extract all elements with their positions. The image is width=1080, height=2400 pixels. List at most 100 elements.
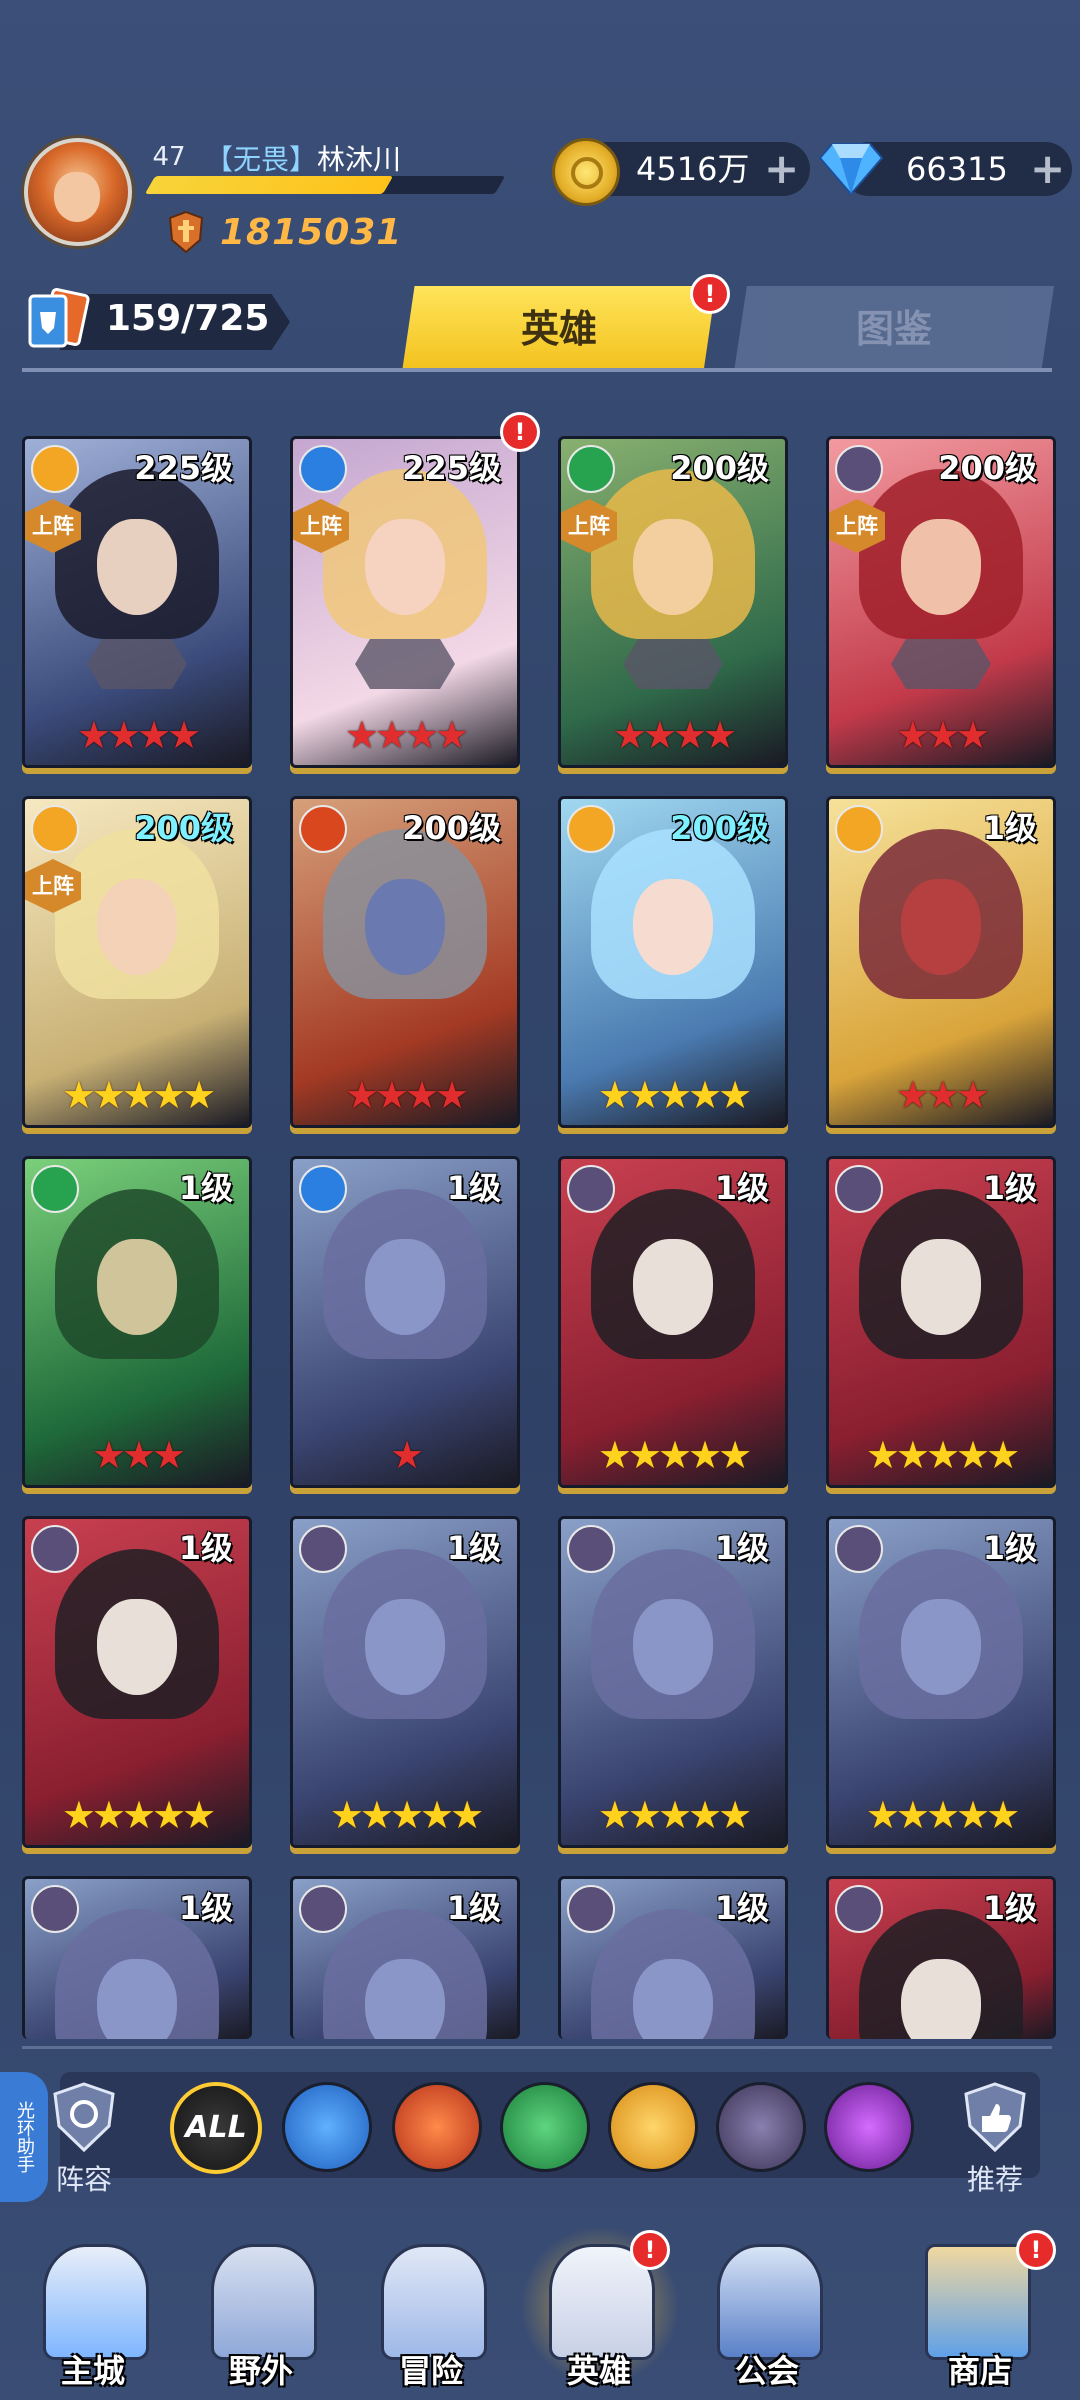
add-gold-button[interactable]: +: [764, 148, 799, 190]
hero-card[interactable]: 225级 上阵 ★★★★: [22, 436, 252, 768]
filter-fire-icon[interactable]: [392, 2082, 482, 2172]
hero-face: [633, 519, 713, 615]
dark-element-icon: [835, 445, 883, 493]
hero-star-rating: ★★★: [91, 1433, 186, 1477]
filter-light-icon[interactable]: [608, 2082, 698, 2172]
hero-level: 1级: [982, 1529, 1037, 1567]
nav-heroes[interactable]: 英雄!: [524, 2230, 674, 2400]
hero-emblem-plate: [891, 639, 991, 689]
hero-card[interactable]: 1级 ★★★★★: [558, 1516, 788, 1848]
shop-icon: [925, 2244, 1031, 2360]
nav-label: 野外: [228, 2352, 293, 2390]
gem-amount: 66315: [906, 150, 1008, 188]
hero-card[interactable]: 1级 ★★★★★: [22, 1516, 252, 1848]
add-gem-button[interactable]: +: [1030, 148, 1065, 190]
card-deck-icon: [28, 288, 90, 348]
nav-main-city[interactable]: 主城: [18, 2230, 168, 2400]
hero-face: [97, 1599, 177, 1695]
hero-face: [901, 879, 981, 975]
dark-element-icon: [299, 1525, 347, 1573]
nav-shop[interactable]: 商店!: [900, 2230, 1060, 2400]
filter-wind-icon[interactable]: [500, 2082, 590, 2172]
hero-star-rating: ★: [389, 1433, 424, 1477]
hero-card[interactable]: 1级 ★★★★★: [558, 1156, 788, 1488]
hero-face: [633, 879, 713, 975]
hero-star-rating: ★★★★★: [597, 1433, 752, 1477]
hero-star-rating: ★★★: [895, 1073, 990, 1117]
filter-chaos-icon[interactable]: [824, 2082, 914, 2172]
filter-all-button[interactable]: ALL: [170, 2082, 262, 2174]
hero-card[interactable]: 225级 上阵 ★★★★: [290, 436, 520, 768]
avatar-face: [54, 172, 100, 222]
filter-water-icon[interactable]: [282, 2082, 372, 2172]
hero-face: [901, 1239, 981, 1335]
dark-element-icon: [567, 1885, 615, 1933]
hero-card[interactable]: 200级 ★★★★★: [558, 796, 788, 1128]
hero-card[interactable]: 1级 ★★★★★: [826, 1516, 1056, 1848]
nav-alert-badge: !: [630, 2230, 670, 2270]
hero-face: [97, 1239, 177, 1335]
nav-wilderness[interactable]: 野外: [186, 2230, 336, 2400]
player-name[interactable]: 【无畏】林沐川: [205, 138, 401, 178]
hero-level: 1级: [178, 1889, 233, 1927]
nav-label: 主城: [60, 2352, 125, 2390]
hero-card[interactable]: 1级 ★★★: [22, 1156, 252, 1488]
recommend-button[interactable]: 推荐: [950, 2080, 1040, 2198]
hero-card[interactable]: 1级: [290, 1876, 520, 2039]
hero-card[interactable]: 200级 上阵 ★★★★: [558, 436, 788, 768]
hero-card[interactable]: 200级 上阵 ★★★★★: [22, 796, 252, 1128]
gold-coin-icon: [552, 138, 620, 206]
nav-adventure[interactable]: 冒险: [356, 2230, 506, 2400]
player-name-text: 林沐川: [317, 143, 402, 176]
dark-element-icon: [835, 1525, 883, 1573]
hero-star-rating: ★★★★★: [61, 1793, 216, 1837]
hero-level: 1级: [982, 1889, 1037, 1927]
hero-card[interactable]: 1级 ★: [290, 1156, 520, 1488]
light-element-icon: [31, 805, 79, 853]
hero-level: 200级: [670, 809, 769, 847]
combat-power: 1815031: [220, 212, 403, 253]
filter-dark-icon[interactable]: [716, 2082, 806, 2172]
hero-face: [365, 879, 445, 975]
nav-label: 公会: [734, 2352, 799, 2390]
lineup-button[interactable]: 阵容: [44, 2080, 124, 2198]
tab-codex[interactable]: 图鉴: [734, 286, 1054, 372]
hero-card[interactable]: 1级: [826, 1876, 1056, 2039]
wind-element-icon: [31, 1165, 79, 1213]
hero-collection-count: 159/725: [106, 298, 270, 339]
hero-card[interactable]: 1级: [558, 1876, 788, 2039]
hero-card[interactable]: 1级 ★★★★★: [826, 1156, 1056, 1488]
guild-tag: 【无畏】: [205, 143, 318, 176]
hero-star-rating: ★★★★★: [597, 1073, 752, 1117]
player-avatar[interactable]: [24, 138, 132, 246]
hero-star-rating: ★★★: [895, 713, 990, 757]
hero-face: [365, 1959, 445, 2039]
hero-level: 1级: [982, 1169, 1037, 1207]
hero-face: [633, 1239, 713, 1335]
hero-card[interactable]: 1级 ★★★: [826, 796, 1056, 1128]
hero-level: 1级: [714, 1889, 769, 1927]
hero-star-rating: ★★★★: [344, 1073, 469, 1117]
hero-star-rating: ★★★★★: [865, 1433, 1020, 1477]
hero-face: [97, 519, 177, 615]
hero-star-rating: ★★★★★: [329, 1793, 484, 1837]
aura-helper-tab[interactable]: 光环助手: [0, 2072, 48, 2202]
guild-icon: [717, 2244, 823, 2360]
hero-card[interactable]: 200级 ★★★★: [290, 796, 520, 1128]
hero-level: 200级: [670, 449, 769, 487]
hero-card[interactable]: 1级 ★★★★★: [290, 1516, 520, 1848]
hero-level: 225级: [402, 449, 501, 487]
hero-level: 200级: [402, 809, 501, 847]
tab-heroes[interactable]: 英雄: [402, 286, 716, 372]
recommend-label: 推荐: [966, 2163, 1023, 2196]
dark-element-icon: [31, 1525, 79, 1573]
diamond-icon: [818, 143, 884, 196]
hero-card[interactable]: 200级 上阵 ★★★: [826, 436, 1056, 768]
gold-amount: 4516万: [636, 150, 750, 188]
nav-guild[interactable]: 公会: [692, 2230, 842, 2400]
hero-face: [901, 1599, 981, 1695]
hero-card[interactable]: 1级: [22, 1876, 252, 2039]
tab-heroes-alert-badge: !: [690, 274, 730, 314]
wind-element-icon: [567, 445, 615, 493]
hero-alert-badge: !: [500, 412, 540, 452]
